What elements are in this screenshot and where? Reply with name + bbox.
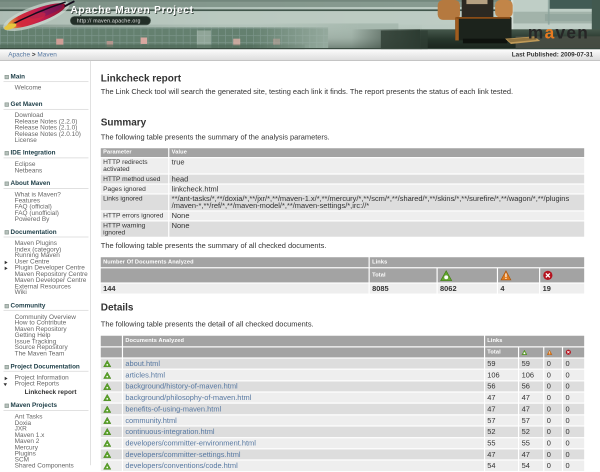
svg-text:Apache Maven Project: Apache Maven Project bbox=[70, 5, 193, 16]
svg-text:http:// maven.apache.org: http:// maven.apache.org bbox=[77, 19, 141, 25]
svg-text:maven: maven bbox=[528, 23, 589, 43]
